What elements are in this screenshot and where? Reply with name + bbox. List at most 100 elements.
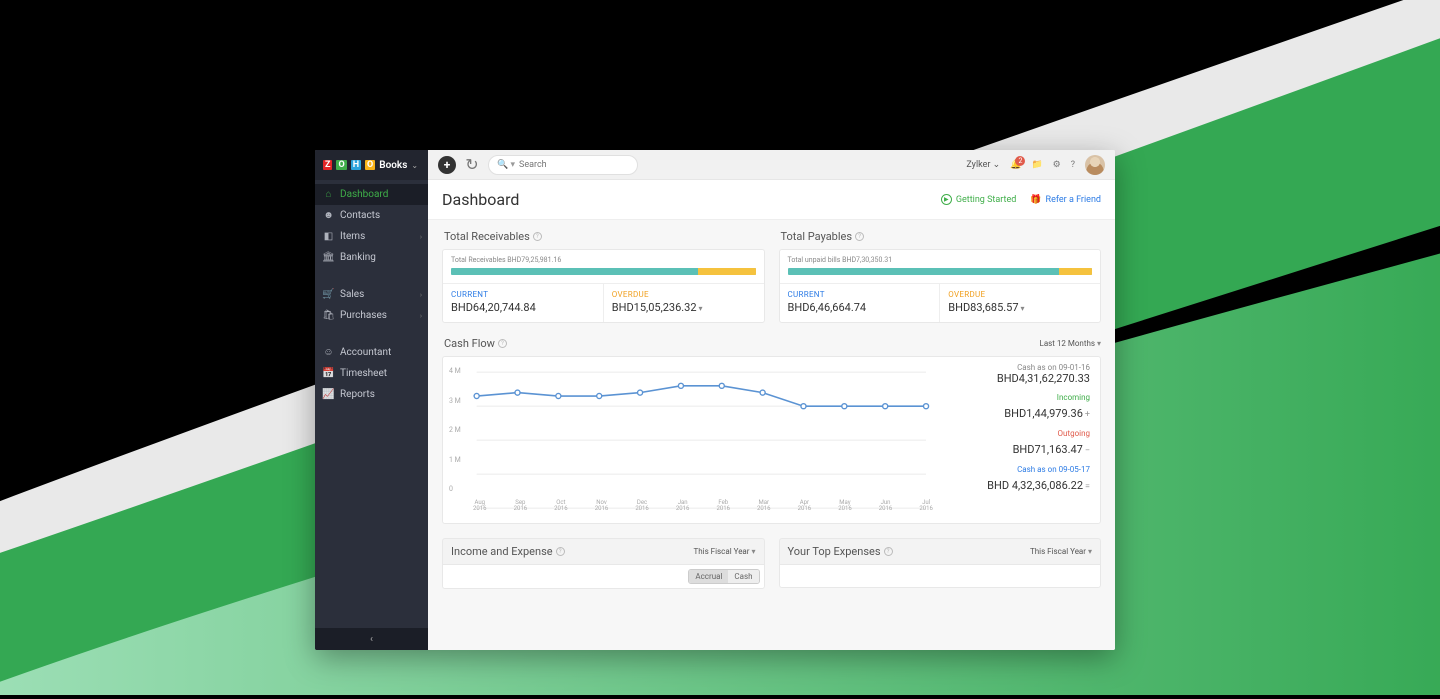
cart-icon: 🛒 xyxy=(323,289,334,300)
payables-title: Total Payables? xyxy=(779,230,1102,249)
info-icon[interactable]: ? xyxy=(556,547,565,556)
sidebar-collapse-button[interactable]: ‹ xyxy=(315,628,428,650)
link-label: Refer a Friend xyxy=(1046,195,1101,205)
gift-icon: 🎁 xyxy=(1030,195,1041,205)
notifications-button[interactable]: 🔔 2 xyxy=(1010,160,1021,170)
info-icon[interactable]: ? xyxy=(855,232,864,241)
clock-icon: 📅 xyxy=(323,368,334,379)
sidebar-item-timesheet[interactable]: 📅 Timesheet xyxy=(315,363,428,384)
play-icon: ▶ xyxy=(941,194,952,205)
info-icon[interactable]: ? xyxy=(884,547,893,556)
page-title: Dashboard xyxy=(442,190,519,209)
info-icon[interactable]: ? xyxy=(533,232,542,241)
receivables-card: Total Receivables BHD79,25,981.16 CURREN… xyxy=(442,249,765,323)
sidebar-item-accountant[interactable]: ☺ Accountant xyxy=(315,342,428,363)
receivables-bar xyxy=(451,268,756,275)
payables-note: Total unpaid bills BHD7,30,350.31 xyxy=(780,250,1101,268)
payables-card: Total unpaid bills BHD7,30,350.31 CURREN… xyxy=(779,249,1102,323)
chevron-down-icon: ⌄ xyxy=(411,161,418,170)
sidebar-item-sales[interactable]: 🛒 Sales › xyxy=(315,284,428,305)
cashflow-chart: 01 M2 M3 M4 M Aug2016Sep2016Oct2016Nov20… xyxy=(449,363,933,513)
getting-started-link[interactable]: ▶ Getting Started xyxy=(941,194,1016,205)
page-header: Dashboard ▶ Getting Started 🎁 Refer a Fr… xyxy=(428,180,1115,220)
cashflow-outgoing-label: Outgoing xyxy=(947,429,1090,438)
cashflow-card: 01 M2 M3 M4 M Aug2016Sep2016Oct2016Nov20… xyxy=(442,356,1101,524)
quick-add-button[interactable]: + xyxy=(438,156,456,174)
cashflow-title: Cash Flow xyxy=(444,337,495,350)
link-label: Getting Started xyxy=(956,195,1016,205)
payables-bar xyxy=(788,268,1093,275)
income-expense-header: Income and Expense ? This Fiscal Year xyxy=(442,538,765,564)
sidebar: ZOHO Books ⌄ ⌂ Dashboard ☻ Contacts ◧ It… xyxy=(315,150,428,650)
sidebar-item-label: Items xyxy=(340,231,365,242)
main-panel: + ↻ 🔍 ▾ Zylker ⌄ 🔔 2 📁 ⚙ ? Dashboard xyxy=(428,150,1115,650)
org-switcher[interactable]: Zylker ⌄ xyxy=(966,160,1000,170)
receivables-overdue[interactable]: OVERDUE BHD15,05,236.32 xyxy=(604,284,764,322)
brand-name: Books xyxy=(379,160,407,171)
top-expenses-body xyxy=(779,564,1102,588)
home-icon: ⌂ xyxy=(323,189,334,200)
amount: BHD6,46,664.74 xyxy=(788,301,932,314)
topbar: + ↻ 🔍 ▾ Zylker ⌄ 🔔 2 📁 ⚙ ? xyxy=(428,150,1115,180)
sidebar-item-dashboard[interactable]: ⌂ Dashboard xyxy=(315,184,428,205)
sidebar-item-label: Timesheet xyxy=(340,368,387,379)
payables-overdue[interactable]: OVERDUE BHD83,685.57 xyxy=(940,284,1100,322)
reports-icon: 📈 xyxy=(323,389,334,400)
notifications-badge: 2 xyxy=(1015,156,1025,166)
sidebar-item-reports[interactable]: 📈 Reports xyxy=(315,384,428,405)
cashflow-title-row: Cash Flow ? Last 12 Months xyxy=(442,337,1101,356)
app-window: ZOHO Books ⌄ ⌂ Dashboard ☻ Contacts ◧ It… xyxy=(315,150,1115,650)
gear-icon[interactable]: ⚙ xyxy=(1053,160,1061,170)
folder-icon[interactable]: 📁 xyxy=(1031,160,1042,170)
sidebar-item-banking[interactable]: 🏛 Banking xyxy=(315,247,428,268)
sidebar-item-label: Reports xyxy=(340,389,375,400)
top-expenses-range[interactable]: This Fiscal Year xyxy=(1030,547,1092,556)
top-expenses-title: Your Top Expenses xyxy=(788,545,881,558)
cashflow-outgoing-amount: BHD71,163.47 xyxy=(1013,443,1083,456)
toggle-cash[interactable]: Cash xyxy=(728,570,758,583)
search-icon: 🔍 ▾ xyxy=(497,160,515,170)
toggle-accrual[interactable]: Accrual xyxy=(689,570,728,583)
info-icon[interactable]: ? xyxy=(498,339,507,348)
search-input[interactable] xyxy=(519,160,619,170)
income-expense-title: Income and Expense xyxy=(451,545,553,558)
cashflow-end-label: Cash as on 09-05-17 xyxy=(947,465,1090,474)
cashflow-range-selector[interactable]: Last 12 Months xyxy=(1040,339,1101,348)
chevron-left-icon: ‹ xyxy=(370,634,373,645)
search-box[interactable]: 🔍 ▾ xyxy=(488,155,638,175)
payables-current: CURRENT BHD6,46,664.74 xyxy=(780,284,941,322)
amount-dropdown: BHD83,685.57 xyxy=(948,301,1092,314)
label: CURRENT xyxy=(451,290,595,299)
sidebar-item-label: Dashboard xyxy=(340,189,388,200)
avatar[interactable] xyxy=(1085,155,1105,175)
cashflow-begin-label: Cash as on 09-01-16 xyxy=(947,363,1090,372)
cashflow-incoming-label: Incoming xyxy=(947,393,1090,402)
sidebar-item-purchases[interactable]: 🛍 Purchases › xyxy=(315,305,428,326)
receivables-title: Total Receivables? xyxy=(442,230,765,249)
chevron-right-icon: › xyxy=(420,233,422,241)
amount-dropdown: BHD15,05,236.32 xyxy=(612,301,756,314)
income-expense-range[interactable]: This Fiscal Year xyxy=(693,547,755,556)
basis-toggle[interactable]: Accrual Cash xyxy=(688,569,759,584)
help-icon[interactable]: ? xyxy=(1071,160,1075,170)
tag-icon: ◧ xyxy=(323,231,334,242)
cashflow-stats: Cash as on 09-01-16 BHD4,31,62,270.33 In… xyxy=(939,363,1094,513)
label: OVERDUE xyxy=(612,290,756,299)
label: OVERDUE xyxy=(948,290,1092,299)
chevron-right-icon: › xyxy=(420,312,422,320)
refer-friend-link[interactable]: 🎁 Refer a Friend xyxy=(1030,194,1101,205)
sidebar-item-contacts[interactable]: ☻ Contacts xyxy=(315,205,428,226)
history-icon[interactable]: ↻ xyxy=(464,157,480,173)
amount: BHD64,20,744.84 xyxy=(451,301,595,314)
brand-logo[interactable]: ZOHO Books ⌄ xyxy=(315,150,428,180)
sidebar-item-items[interactable]: ◧ Items › xyxy=(315,226,428,247)
receivables-note: Total Receivables BHD79,25,981.16 xyxy=(443,250,764,268)
label: CURRENT xyxy=(788,290,932,299)
sidebar-item-label: Purchases xyxy=(340,310,387,321)
bank-icon: 🏛 xyxy=(323,252,334,263)
income-expense-body: Accrual Cash xyxy=(442,564,765,589)
sidebar-item-label: Sales xyxy=(340,289,364,300)
receivables-current: CURRENT BHD64,20,744.84 xyxy=(443,284,604,322)
top-expenses-header: Your Top Expenses ? This Fiscal Year xyxy=(779,538,1102,564)
accountant-icon: ☺ xyxy=(323,347,334,358)
